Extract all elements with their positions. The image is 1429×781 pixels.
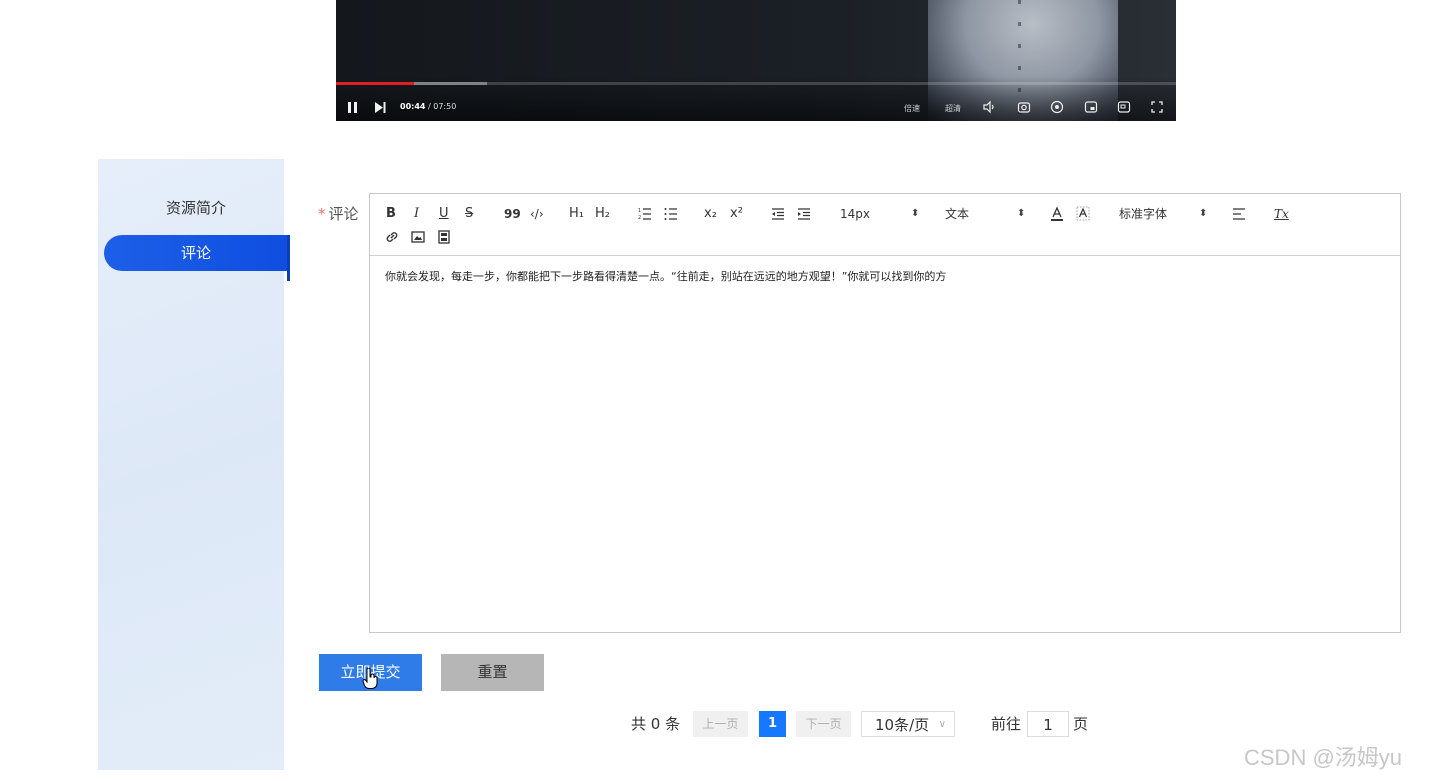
video-progress-fill — [336, 82, 415, 85]
sidebar-item-label: 资源简介 — [165, 199, 226, 217]
italic-button[interactable]: I — [414, 206, 419, 222]
font-family-select[interactable]: 标准字体 — [1119, 206, 1167, 222]
page-size-value: 10条/页 — [875, 716, 930, 734]
strike-button[interactable]: S — [465, 206, 473, 222]
comment-label-text: 评论 — [328, 205, 359, 223]
header-select[interactable]: 文本 — [945, 206, 969, 222]
pagination-total: 共 0 条 — [631, 715, 681, 733]
video-duration: / 07:50 — [428, 102, 457, 111]
web-fullscreen-icon[interactable] — [1117, 100, 1131, 114]
font-size-caret-icon: ⬍ — [911, 208, 920, 219]
code-block-button[interactable]: ‹/› — [530, 206, 544, 222]
video-current-time: 00:44 — [400, 102, 426, 111]
speed-button[interactable]: 倍速 — [904, 104, 920, 114]
goto-prefix: 前往 — [991, 715, 1022, 733]
next-icon[interactable] — [373, 100, 387, 114]
record-icon[interactable] — [1050, 100, 1064, 114]
text-color-icon[interactable] — [1050, 206, 1064, 222]
sidebar-item-label: 评论 — [180, 244, 211, 262]
quality-button[interactable]: 超清 — [945, 104, 961, 114]
sidebar-item-resource-intro[interactable]: 资源简介 — [104, 190, 288, 226]
pause-icon[interactable] — [346, 100, 360, 114]
prev-page-button[interactable]: 上一页 — [693, 711, 748, 737]
underline-button[interactable]: U — [439, 206, 449, 222]
rich-text-editor: B I U S 99 ‹/› H₁ H₂ 1 2 x₂ x² 14px ⬍ 文本… — [369, 193, 1401, 633]
page-size-select[interactable]: 10条/页 ∨ — [861, 711, 955, 737]
watermark: CSDN @汤姆yu — [1244, 745, 1403, 770]
header-2-button[interactable]: H₂ — [595, 206, 610, 222]
reset-button[interactable]: 重置 — [441, 654, 544, 691]
sidebar-item-comments[interactable]: 评论 — [104, 235, 290, 281]
goto-suffix: 页 — [1073, 715, 1089, 733]
header-caret-icon: ⬍ — [1017, 208, 1026, 219]
header-1-button[interactable]: H₁ — [569, 206, 584, 222]
video-player[interactable]: 00:44 / 07:50 倍速 超清 — [336, 0, 1176, 121]
ordered-list-icon[interactable]: 1 2 — [638, 207, 652, 221]
chevron-down-icon: ∨ — [938, 719, 946, 730]
goto-page-input[interactable]: 1 — [1027, 711, 1069, 737]
font-size-select[interactable]: 14px — [840, 206, 870, 222]
video-time: 00:44 / 07:50 — [400, 102, 456, 111]
link-icon[interactable] — [385, 230, 399, 244]
subscript-button[interactable]: x₂ — [704, 206, 717, 222]
clean-format-button[interactable]: Tx — [1274, 206, 1289, 222]
picture-in-picture-icon[interactable] — [1084, 100, 1098, 114]
svg-text:2: 2 — [638, 215, 641, 221]
editor-content[interactable]: 你就会发现，每走一步，你都能把下一步路看得清楚一点。“往前走，别站在远远的地方观… — [385, 268, 946, 284]
image-icon[interactable] — [411, 230, 425, 244]
background-color-icon[interactable] — [1076, 206, 1090, 222]
bullet-list-icon[interactable] — [664, 207, 678, 221]
page-1-button[interactable]: 1 — [759, 711, 786, 737]
video-progress-bar[interactable] — [336, 82, 1176, 85]
next-page-button[interactable]: 下一页 — [796, 711, 851, 737]
outdent-icon[interactable] — [771, 207, 785, 221]
align-icon[interactable] — [1232, 207, 1246, 221]
indent-icon[interactable] — [797, 207, 811, 221]
comment-label: * 评论 — [318, 203, 359, 224]
sidebar: 资源简介 评论 — [98, 159, 290, 770]
fullscreen-icon[interactable] — [1150, 100, 1164, 114]
bold-button[interactable]: B — [386, 206, 396, 222]
blockquote-button[interactable]: 99 — [504, 206, 521, 222]
svg-text:1: 1 — [638, 208, 641, 214]
screenshot-icon[interactable] — [1017, 100, 1031, 114]
required-mark: * — [318, 205, 326, 223]
editor-toolbar: B I U S 99 ‹/› H₁ H₂ 1 2 x₂ x² 14px ⬍ 文本… — [370, 194, 1400, 256]
font-family-caret-icon: ⬍ — [1199, 208, 1208, 219]
superscript-button[interactable]: x² — [730, 206, 743, 222]
video-icon[interactable] — [437, 230, 451, 244]
hand-cursor-icon — [362, 668, 378, 689]
volume-icon[interactable] — [982, 100, 996, 114]
